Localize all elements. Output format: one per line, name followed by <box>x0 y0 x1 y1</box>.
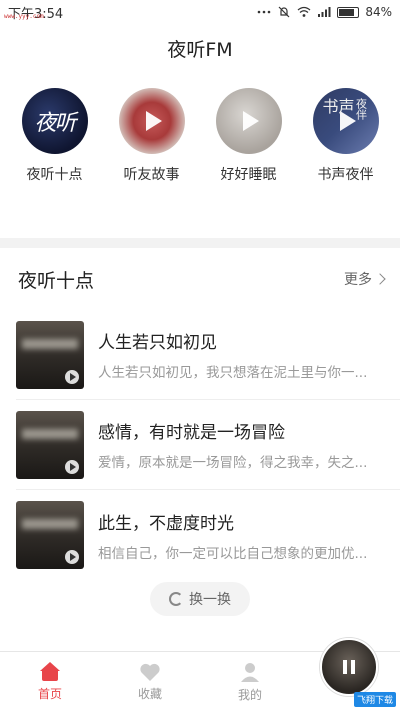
page-title: 夜听FM <box>167 38 233 61</box>
tab-label: 收藏 <box>137 686 162 701</box>
cover-lettering: 书声 <box>322 97 355 116</box>
section-title: 夜听十点 <box>18 269 95 292</box>
cover-lettering: 夜伴 <box>354 98 368 120</box>
episode-thumbnail <box>16 320 84 389</box>
category-yeting-shidian[interactable]: 夜听 夜听十点 <box>10 88 100 238</box>
refresh-button[interactable]: 换一换 <box>150 582 250 616</box>
section-divider <box>0 238 400 248</box>
episode-description: 相信自己，你一定可以比自己想象的更加优... <box>98 545 368 562</box>
battery-icon <box>337 6 360 18</box>
category-cover: 书声 夜伴 <box>312 88 379 154</box>
player-disc[interactable] <box>320 638 378 696</box>
list-item[interactable]: 此生，不虚度时光 相信自己，你一定可以比自己想象的更加优... <box>16 490 400 580</box>
play-icon <box>145 111 162 131</box>
tab-mine[interactable]: 我的 <box>200 652 300 711</box>
category-row: 夜听 夜听十点 听友故事 好好睡眠 书声 夜伴 书声夜伴 <box>0 72 400 238</box>
category-tingyou-gushi[interactable]: 听友故事 <box>107 88 197 238</box>
list-item[interactable]: 感情，有时就是一场冒险 爱情，原本就是一场冒险，得之我幸，失之... <box>16 400 400 490</box>
app-header: 夜听FM <box>0 24 400 72</box>
more-label: 更多 <box>344 272 372 288</box>
episode-title: 感情，有时就是一场冒险 <box>98 423 285 443</box>
status-icons: 84% <box>257 5 392 19</box>
site-logo-badge: 飞翔下载 <box>353 692 396 707</box>
mute-bell-icon <box>277 6 291 18</box>
signal-icon <box>317 6 331 18</box>
category-label: 书声夜伴 <box>317 167 374 183</box>
home-icon <box>39 661 61 682</box>
battery-level: 84% <box>365 5 392 19</box>
refresh-label: 换一换 <box>189 592 231 608</box>
episode-list: 人生若只如初见 人生若只如初见，我只想落在泥土里与你一... 感情，有时就是一场… <box>0 310 400 580</box>
chevron-right-icon <box>374 273 386 285</box>
person-icon <box>239 661 261 683</box>
episode-description: 爱情，原本就是一场冒险，得之我幸，失之... <box>98 455 368 471</box>
play-icon <box>242 111 259 131</box>
episode-description: 人生若只如初见，我只想落在泥土里与你一... <box>98 365 368 381</box>
category-cover <box>215 88 282 154</box>
play-icon <box>65 369 79 384</box>
category-label: 夜听十点 <box>26 167 83 183</box>
mini-player[interactable]: 飞翔下载 <box>300 638 400 711</box>
pause-icon <box>343 660 355 674</box>
tab-home[interactable]: 首页 <box>0 652 100 711</box>
heart-icon <box>139 662 161 682</box>
tab-label: 我的 <box>237 687 262 702</box>
status-bar: 下午3:54 84% <box>0 0 400 24</box>
tab-favorites[interactable]: 收藏 <box>100 652 200 711</box>
category-cover: 夜听 <box>21 88 88 154</box>
tab-label: 首页 <box>37 686 62 701</box>
bottom-tab-bar: 首页 收藏 我的 飞翔下载 <box>0 638 400 711</box>
category-label: 好好睡眠 <box>220 167 277 183</box>
wifi-icon <box>297 6 311 18</box>
episode-thumbnail <box>16 410 84 479</box>
episode-thumbnail <box>16 501 84 569</box>
section-header: 夜听十点 更多 <box>0 248 400 310</box>
more-link[interactable]: 更多 <box>344 269 386 289</box>
more-dots-icon <box>257 6 271 18</box>
play-icon <box>65 459 79 474</box>
category-haohao-shuimian[interactable]: 好好睡眠 <box>204 88 294 238</box>
cover-lettering: 夜听 <box>34 111 76 136</box>
refresh-icon <box>169 592 183 606</box>
category-label: 听友故事 <box>123 167 180 183</box>
list-item[interactable]: 人生若只如初见 人生若只如初见，我只想落在泥土里与你一... <box>16 310 400 400</box>
category-cover <box>118 88 185 154</box>
episode-title: 此生，不虚度时光 <box>98 513 234 534</box>
episode-title: 人生若只如初见 <box>98 333 217 353</box>
play-icon <box>65 550 79 564</box>
watermark: www.yyy.com <box>4 13 44 20</box>
category-shusheng-yeban[interactable]: 书声 夜伴 书声夜伴 <box>301 88 391 238</box>
